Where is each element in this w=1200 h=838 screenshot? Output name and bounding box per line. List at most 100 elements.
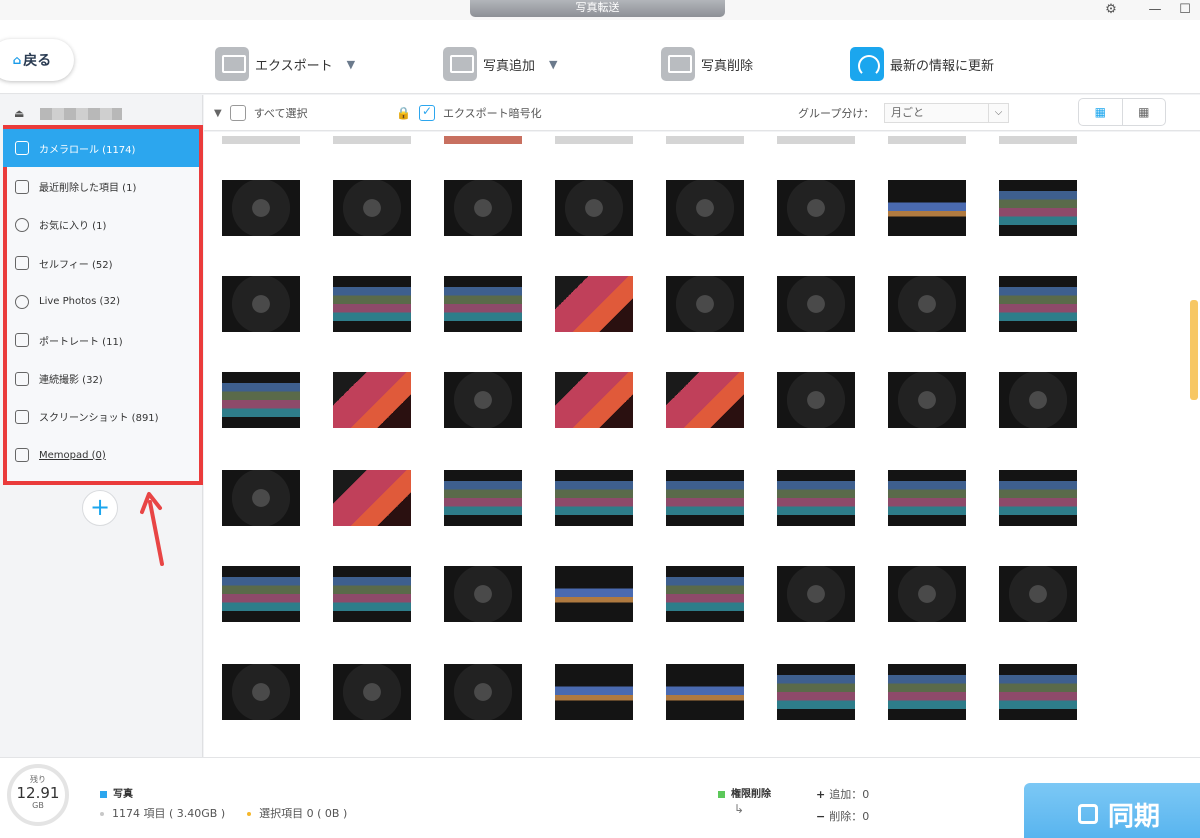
photo-thumbnail[interactable]	[999, 276, 1077, 332]
sidebar-item-recently-deleted[interactable]: 最近削除した項目 (1)	[7, 167, 199, 205]
photo-thumbnail[interactable]	[888, 470, 966, 526]
chevron-down-icon[interactable]: ▼	[347, 58, 355, 71]
photo-thumbnail[interactable]	[555, 180, 633, 236]
sidebar-item-favorites[interactable]: お気に入り (1)	[7, 206, 199, 244]
photo-thumbnail[interactable]	[777, 470, 855, 526]
photo-thumbnail[interactable]	[666, 470, 744, 526]
monitor-lock-icon	[215, 47, 249, 81]
sidebar-item-label: Memopad (0)	[39, 449, 106, 461]
photo-thumbnail[interactable]	[999, 566, 1077, 622]
camera-icon	[15, 141, 29, 156]
photo-thumbnail[interactable]	[888, 664, 966, 720]
photo-thumbnail[interactable]	[888, 136, 966, 144]
grid-view-icon[interactable]: ▦	[1079, 99, 1122, 125]
photo-thumbnail[interactable]	[444, 470, 522, 526]
chevron-down-icon[interactable]: ⌵	[988, 104, 1008, 122]
photo-thumbnail[interactable]	[777, 372, 855, 428]
refresh-button[interactable]: 最新の情報に更新	[850, 44, 994, 84]
photo-thumbnail[interactable]	[333, 180, 411, 236]
sidebar-item-selfies[interactable]: セルフィー (52)	[7, 244, 199, 282]
export-button[interactable]: エクスポート ▼	[215, 44, 355, 84]
photo-thumbnail[interactable]	[222, 372, 300, 428]
delete-photo-button[interactable]: 写真削除	[661, 44, 753, 84]
photo-thumbnail[interactable]	[555, 276, 633, 332]
photo-thumbnail[interactable]	[444, 276, 522, 332]
collapse-icon[interactable]: ▼	[214, 108, 222, 119]
photo-thumbnail[interactable]	[999, 372, 1077, 428]
photo-thumbnail[interactable]	[222, 664, 300, 720]
photo-thumbnail[interactable]	[222, 276, 300, 332]
photo-thumbnail[interactable]	[555, 566, 633, 622]
window-title: 写真転送	[470, 0, 725, 17]
photo-thumbnail[interactable]	[888, 372, 966, 428]
photo-thumbnail[interactable]	[555, 136, 633, 144]
encrypt-export[interactable]: 🔒 エクスポート暗号化	[396, 104, 542, 121]
permission-delete-label: 権限削除	[718, 785, 771, 800]
scrollbar[interactable]	[1190, 300, 1198, 400]
photo-thumbnail[interactable]	[333, 470, 411, 526]
sidebar-item-live-photos[interactable]: Live Photos (32)	[7, 283, 199, 321]
photo-thumbnail[interactable]	[777, 566, 855, 622]
photo-thumbnail[interactable]	[222, 470, 300, 526]
photo-thumbnail[interactable]	[777, 180, 855, 236]
photo-thumbnail[interactable]	[555, 470, 633, 526]
group-by-select[interactable]: 月ごと ⌵	[884, 103, 1009, 123]
photo-thumbnail[interactable]	[222, 180, 300, 236]
photo-thumbnail[interactable]	[666, 180, 744, 236]
group-by-label: グループ分け：	[798, 107, 875, 120]
back-button[interactable]: ⌂ 戻る	[0, 39, 74, 81]
photo-thumbnail[interactable]	[999, 664, 1077, 720]
select-all[interactable]: ▼ すべて選択	[214, 105, 308, 121]
sync-button[interactable]: 同期	[1024, 783, 1200, 838]
add-photo-button[interactable]: 写真追加 ▼	[443, 44, 557, 84]
photo-thumbnail[interactable]	[555, 664, 633, 720]
device-row[interactable]: ⏏	[14, 107, 123, 120]
photo-thumbnail[interactable]	[999, 180, 1077, 236]
photo-thumbnail[interactable]	[888, 566, 966, 622]
photo-thumbnail[interactable]	[333, 276, 411, 332]
sidebar-item-screenshots[interactable]: スクリーンショット (891)	[7, 398, 199, 436]
sidebar-item-camera-roll[interactable]: カメラロール (1174)	[3, 129, 199, 168]
sidebar-item-portrait[interactable]: ポートレート (11)	[7, 321, 199, 359]
photo-thumbnail[interactable]	[888, 180, 966, 236]
photo-thumbnail[interactable]	[555, 372, 633, 428]
grid-header: ▼ すべて選択 🔒 エクスポート暗号化 グループ分け： 月ごと ⌵ ▦ ▦	[204, 95, 1200, 131]
photo-thumbnail[interactable]	[333, 372, 411, 428]
sidebar-item-label: Live Photos (32)	[39, 296, 121, 308]
photo-thumbnail[interactable]	[333, 664, 411, 720]
photo-thumbnail[interactable]	[666, 664, 744, 720]
sidebar-item-burst[interactable]: 連続撮影 (32)	[7, 359, 199, 397]
chevron-down-icon[interactable]: ▼	[549, 58, 557, 71]
photo-thumbnail[interactable]	[777, 276, 855, 332]
photo-thumbnail[interactable]	[777, 664, 855, 720]
maximize-button[interactable]: ☐	[1170, 0, 1200, 20]
change-counts: + 追加：0 − 削除：0	[816, 784, 869, 828]
photo-thumbnail[interactable]	[444, 136, 522, 144]
photo-thumbnail[interactable]	[222, 136, 300, 144]
small-grid-view-icon[interactable]: ▦	[1121, 99, 1166, 125]
photo-thumbnail[interactable]	[444, 566, 522, 622]
photo-thumbnail[interactable]	[666, 136, 744, 144]
gear-icon[interactable]: ⚙	[1096, 0, 1126, 20]
photo-grid	[204, 132, 1200, 757]
photo-thumbnail[interactable]	[666, 276, 744, 332]
photo-thumbnail[interactable]	[444, 664, 522, 720]
minimize-button[interactable]: —	[1140, 0, 1170, 20]
photo-thumbnail[interactable]	[666, 566, 744, 622]
photo-thumbnail[interactable]	[999, 470, 1077, 526]
eject-icon[interactable]: ⏏	[14, 107, 24, 120]
photo-thumbnail[interactable]	[777, 136, 855, 144]
photo-thumbnail[interactable]	[222, 566, 300, 622]
photo-thumbnail[interactable]	[444, 372, 522, 428]
photo-thumbnail[interactable]	[666, 372, 744, 428]
photo-thumbnail[interactable]	[333, 566, 411, 622]
photo-thumbnail[interactable]	[999, 136, 1077, 144]
photo-thumbnail[interactable]	[333, 136, 411, 144]
photo-thumbnail[interactable]	[888, 276, 966, 332]
photo-thumbnail[interactable]	[444, 180, 522, 236]
sidebar-item-memopad[interactable]: Memopad (0)	[7, 436, 199, 474]
encrypt-checkbox[interactable]	[418, 104, 435, 121]
sync-icon	[1077, 804, 1098, 824]
select-all-checkbox[interactable]	[229, 105, 246, 121]
add-album-button[interactable]: +	[82, 490, 118, 526]
